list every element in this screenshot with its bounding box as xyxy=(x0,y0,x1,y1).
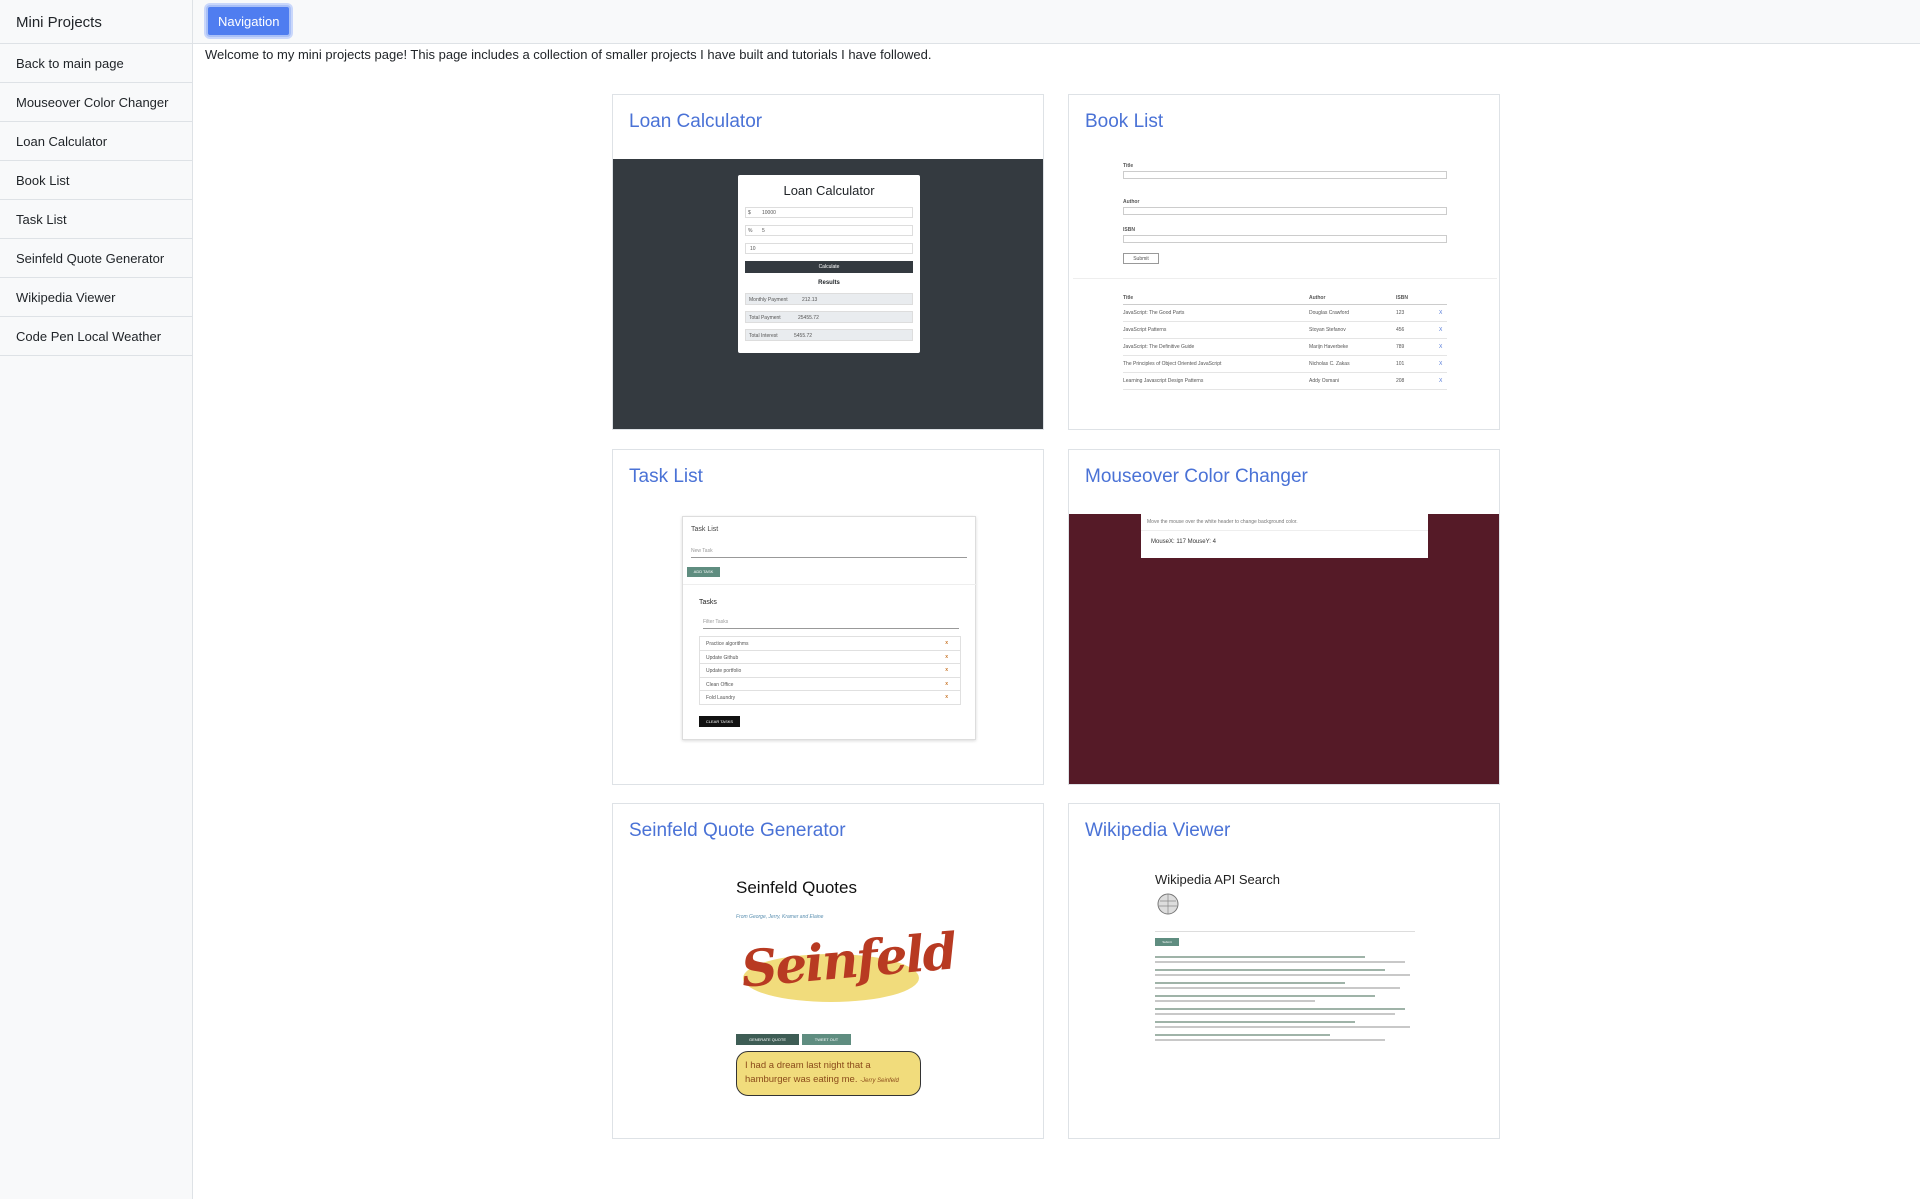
book-delete-link: X xyxy=(1439,344,1443,350)
book-table-row: The Principles of Object Oriented JavaSc… xyxy=(1123,356,1447,373)
book-table-row: JavaScript Patterns Stoyan Stefanov 456 X xyxy=(1123,322,1447,339)
sidebar-item-wikipedia[interactable]: Wikipedia Viewer xyxy=(0,278,192,317)
wikipedia-result-line xyxy=(1155,1000,1315,1002)
wikipedia-result-line xyxy=(1155,987,1400,989)
loan-years-field: 10 xyxy=(745,243,913,254)
task-app: Task List New Task ADD TASK Tasks Filter… xyxy=(682,516,977,740)
mouseover-preview-image: Move the mouse over the white header to … xyxy=(1069,514,1499,784)
card-task-list[interactable]: Task List Task List New Task ADD TASK Ta… xyxy=(612,449,1044,785)
card-title[interactable]: Task List xyxy=(629,466,703,488)
loan-results-heading: Results xyxy=(818,280,840,286)
sidebar-item-weather[interactable]: Code Pen Local Weather xyxy=(0,317,192,356)
wikipedia-result-line xyxy=(1155,1026,1410,1028)
card-loan-calculator[interactable]: Loan Calculator Loan Calculator $ 10000 … xyxy=(612,94,1044,430)
navigation-button[interactable]: Navigation xyxy=(206,5,292,37)
book-delete-link: X xyxy=(1439,310,1443,316)
card-title[interactable]: Seinfeld Quote Generator xyxy=(629,820,846,842)
wikipedia-results xyxy=(1155,950,1415,1041)
card-title[interactable]: Wikipedia Viewer xyxy=(1085,820,1230,842)
sidebar-item-book[interactable]: Book List xyxy=(0,161,192,200)
remove-task-icon: x xyxy=(945,640,948,646)
remove-task-icon: x xyxy=(945,653,948,660)
loan-form: Loan Calculator $ 10000 % 5 10 Calculate… xyxy=(738,175,920,353)
wikipedia-result-line xyxy=(1155,974,1410,976)
remove-task-icon: x xyxy=(945,694,948,701)
sidebar-item-mouseover[interactable]: Mouseover Color Changer xyxy=(0,83,192,122)
task-item: Update Github x xyxy=(699,649,961,665)
loan-calculate-button: Calculate xyxy=(745,261,913,273)
mouseover-header: Move the mouse over the white header to … xyxy=(1141,514,1428,558)
book-submit-button: Submit xyxy=(1123,253,1159,264)
loan-preview-image: Loan Calculator $ 10000 % 5 10 Calculate… xyxy=(613,159,1043,429)
remove-task-icon: x xyxy=(945,680,948,687)
sidebar-item-seinfeld[interactable]: Seinfeld Quote Generator xyxy=(0,239,192,278)
wikipedia-result-line xyxy=(1155,1013,1395,1015)
seinfeld-quote-box: I had a dream last night that a hamburge… xyxy=(736,1051,921,1096)
intro-text: Welcome to my mini projects page! This p… xyxy=(205,47,932,62)
wikipedia-result-line xyxy=(1155,982,1345,984)
seinfeld-logo: Seinfeld xyxy=(739,921,958,1004)
sidebar-title: Mini Projects xyxy=(0,0,192,44)
loan-amount-field: $ 10000 xyxy=(745,207,913,218)
task-item: Fold Laundry x xyxy=(699,690,961,705)
book-delete-link: X xyxy=(1439,378,1443,384)
book-delete-link: X xyxy=(1439,327,1443,333)
book-table-row: JavaScript: The Good Parts Douglas Crawfo… xyxy=(1123,305,1447,322)
sidebar-item-loan[interactable]: Loan Calculator xyxy=(0,122,192,161)
sidebar-item-back[interactable]: Back to main page xyxy=(0,44,192,83)
sidebar-item-task[interactable]: Task List xyxy=(0,200,192,239)
card-mouseover-color-changer[interactable]: Mouseover Color Changer Move the mouse o… xyxy=(1068,449,1500,785)
wikipedia-result-line xyxy=(1155,969,1385,971)
remove-task-icon: x xyxy=(945,667,948,674)
card-title[interactable]: Mouseover Color Changer xyxy=(1085,466,1308,488)
wikipedia-result-line xyxy=(1155,1008,1405,1010)
task-list: Practice algorithms x Update Github x Update… xyxy=(699,636,961,705)
wikipedia-result-line xyxy=(1155,1039,1385,1041)
wikipedia-result-line xyxy=(1155,961,1405,963)
loan-row-interest: Total Interest 5455.72 xyxy=(745,329,913,341)
wikipedia-result-line xyxy=(1155,995,1375,997)
sidebar: Mini Projects Back to main page Mouseove… xyxy=(0,0,193,1199)
task-preview-image: Task List New Task ADD TASK Tasks Filter… xyxy=(613,514,1043,784)
loan-interest-field: % 5 xyxy=(745,225,913,236)
task-item: Practice algorithms x xyxy=(699,636,961,651)
task-item: Update portfolio x xyxy=(699,663,961,678)
card-seinfeld-quote-generator[interactable]: Seinfeld Quote Generator Seinfeld Quotes… xyxy=(612,803,1044,1139)
book-table: Title Author ISBN JavaScript: The Good P… xyxy=(1123,293,1447,390)
book-delete-link: X xyxy=(1439,361,1443,367)
card-wikipedia-viewer[interactable]: Wikipedia Viewer Wikipedia API Search Su… xyxy=(1068,803,1500,1139)
loan-heading: Loan Calculator xyxy=(783,183,875,198)
top-navbar: Navigation xyxy=(193,0,1920,44)
card-title[interactable]: Book List xyxy=(1085,111,1163,133)
book-table-row: JavaScript: The Definitive Guide Marijn H… xyxy=(1123,339,1447,356)
loan-row-total: Total Payment 25455.72 xyxy=(745,311,913,323)
book-preview-image: Title Author ISBN Submit Title Author IS… xyxy=(1069,159,1499,429)
card-book-list[interactable]: Book List Title Author ISBN Submit Title… xyxy=(1068,94,1500,430)
wikipedia-preview-image: Wikipedia API Search Submit xyxy=(1069,868,1499,1138)
loan-row-monthly: Monthly Payment 212.13 xyxy=(745,293,913,305)
task-item: Clean Office x xyxy=(699,676,961,692)
wikipedia-result-line xyxy=(1155,956,1365,958)
wikipedia-globe-icon xyxy=(1155,892,1181,918)
book-table-row: Learning Javascript Design Patterns Addy … xyxy=(1123,373,1447,390)
wikipedia-result-line xyxy=(1155,1034,1330,1036)
wikipedia-result-line xyxy=(1155,1021,1355,1023)
card-title[interactable]: Loan Calculator xyxy=(629,111,762,133)
seinfeld-preview-image: Seinfeld Quotes From George, Jerry, Kram… xyxy=(613,868,1043,1138)
